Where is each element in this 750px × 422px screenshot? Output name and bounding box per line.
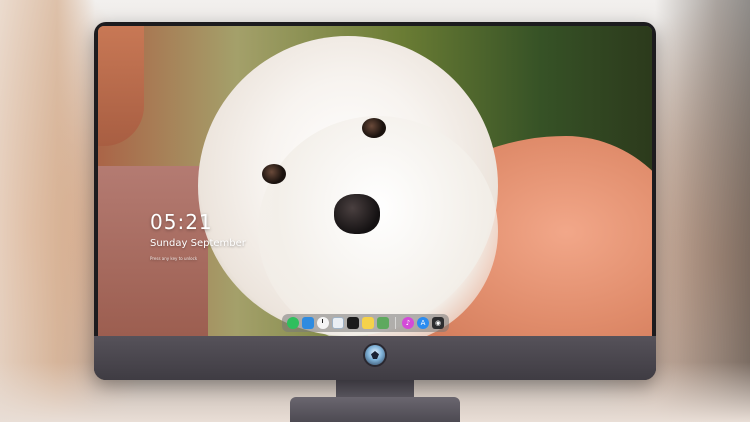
wallpaper-dog-nose xyxy=(334,194,380,234)
lock-screen-hint: Press any key to unlock xyxy=(150,256,198,261)
lock-screen-time: 05:21 xyxy=(150,210,213,234)
blurred-background-left xyxy=(0,0,95,422)
monitor-chin xyxy=(94,336,656,380)
blurred-background-right xyxy=(655,0,750,422)
mail-icon[interactable] xyxy=(332,317,344,329)
lock-screen-date: Sunday September xyxy=(150,238,246,249)
app-store-icon[interactable]: A xyxy=(417,317,429,329)
blue-folder-icon[interactable] xyxy=(302,317,314,329)
wallpaper-photo xyxy=(98,26,652,336)
clock-icon[interactable] xyxy=(317,317,329,329)
dock: ♪ A ◉ xyxy=(282,314,449,332)
wallpaper-dog-eye xyxy=(362,118,386,138)
notes-icon[interactable] xyxy=(362,317,374,329)
lock-screen[interactable]: 05:21 Sunday September Press any key to … xyxy=(98,26,652,336)
wallpaper-dog-eye xyxy=(262,164,286,184)
monitor: 05:21 Sunday September Press any key to … xyxy=(94,22,656,380)
wallpaper-dog-head xyxy=(258,116,498,336)
camera-icon[interactable]: ◉ xyxy=(432,317,444,329)
green-circle-icon[interactable] xyxy=(287,317,299,329)
monitor-stand-foot xyxy=(290,397,460,422)
dock-separator xyxy=(395,317,396,329)
music-icon[interactable]: ♪ xyxy=(402,317,414,329)
wallpaper-person-shirt xyxy=(98,166,208,336)
monitor-stand-neck xyxy=(336,380,414,398)
clapperboard-icon[interactable] xyxy=(347,317,359,329)
wallpaper-person-face xyxy=(98,26,144,146)
photos-icon[interactable] xyxy=(377,317,389,329)
logo-icon xyxy=(365,345,385,365)
